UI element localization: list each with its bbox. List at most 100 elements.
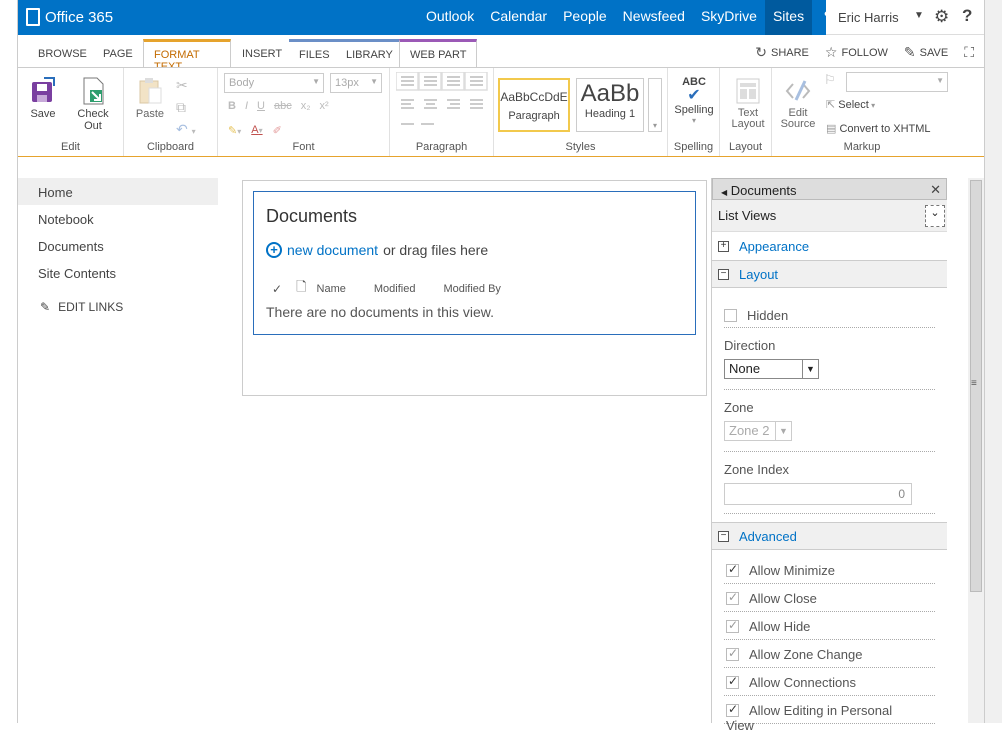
save-page-button[interactable]: ✎ SAVE xyxy=(904,44,948,61)
convert-xhtml-button[interactable]: ▤ Convert to XHTML xyxy=(826,122,931,135)
check-out-button[interactable]: Check Out xyxy=(68,76,118,132)
clear-format-icon[interactable]: ✐ xyxy=(273,124,282,137)
save-label: SAVE xyxy=(919,46,949,59)
appearance-section-header[interactable]: + Appearance xyxy=(712,232,947,260)
edit-source-button[interactable]: Edit Source xyxy=(778,76,818,130)
text-layout-icon xyxy=(733,76,763,106)
share-button[interactable]: ↻ SHARE xyxy=(755,44,809,61)
follow-button[interactable]: ☆ FOLLOW xyxy=(825,44,888,61)
help-icon[interactable]: ? xyxy=(962,6,972,26)
hidden-checkbox[interactable] xyxy=(724,309,737,322)
tab-page[interactable]: PAGE xyxy=(93,39,143,67)
subscript-button[interactable]: x₂ xyxy=(301,100,311,112)
layout-label[interactable]: Layout xyxy=(739,267,778,282)
bold-button[interactable]: B xyxy=(228,100,236,112)
user-menu-caret-icon[interactable]: ▼ xyxy=(914,10,924,21)
layout-section-header[interactable]: − Layout xyxy=(712,260,947,288)
edit-links-button[interactable]: ✎ EDIT LINKS xyxy=(18,300,218,314)
copy-icon[interactable]: ⧉ xyxy=(176,96,196,118)
paste-button[interactable]: Paste xyxy=(134,76,166,120)
user-name[interactable]: Eric Harris xyxy=(838,10,899,25)
nav-item-site-contents[interactable]: Site Contents xyxy=(18,259,218,286)
allow-connections-checkbox[interactable] xyxy=(726,674,739,689)
expand-views-icon[interactable]: ⌄ xyxy=(925,205,945,227)
italic-button[interactable]: I xyxy=(245,100,248,112)
font-size-dropdown[interactable]: 13px ▼ xyxy=(330,73,382,93)
nav-item-notebook[interactable]: Notebook xyxy=(18,205,218,232)
tab-web-part[interactable]: WEB PART xyxy=(399,39,478,67)
convert-label: Convert to XHTML xyxy=(839,123,931,135)
layout-properties: Hidden Direction None ▼ Zone Zone 2 ▼ Zo… xyxy=(712,288,947,514)
select-all-check-icon[interactable]: ✓ xyxy=(272,282,282,296)
allow-zone-change-checkbox[interactable] xyxy=(726,646,739,661)
allow-hide-checkbox[interactable] xyxy=(726,618,739,633)
column-modified[interactable]: Modified xyxy=(374,283,416,295)
tab-insert[interactable]: INSERT xyxy=(232,39,292,67)
allow-close-checkbox[interactable] xyxy=(726,590,739,605)
allow-connections-item: Allow Connections xyxy=(724,668,935,696)
spelling-button[interactable]: ABC ✔ Spelling ▾ xyxy=(672,76,716,125)
collapse-minus-icon[interactable]: − xyxy=(718,530,729,542)
zone-index-input[interactable]: 0 xyxy=(724,483,912,505)
save-button[interactable]: Save xyxy=(28,76,58,120)
layout-group-label: Layout xyxy=(728,141,763,153)
close-icon[interactable]: ✕ xyxy=(930,182,941,198)
nav-sites[interactable]: Sites xyxy=(764,0,813,35)
appearance-label[interactable]: Appearance xyxy=(739,239,809,254)
styles-more-button[interactable]: ▾ xyxy=(648,78,662,132)
settings-gear-icon[interactable]: ⚙ xyxy=(934,7,949,27)
nav-people[interactable]: People xyxy=(555,0,615,35)
text-layout-button[interactable]: Text Layout xyxy=(728,76,768,130)
underline-button[interactable]: U xyxy=(257,100,265,112)
column-name[interactable]: Name xyxy=(317,283,346,295)
expand-plus-icon[interactable]: + xyxy=(718,240,729,252)
superscript-button[interactable]: x² xyxy=(320,100,329,112)
advanced-section-header[interactable]: − Advanced xyxy=(712,522,947,550)
advanced-label[interactable]: Advanced xyxy=(739,529,797,544)
cut-icon[interactable]: ✂ xyxy=(176,74,196,96)
language-icon[interactable]: ⚐ xyxy=(824,72,836,88)
style-heading-1[interactable]: AaBb Heading 1 xyxy=(576,78,644,132)
tab-files[interactable]: FILES xyxy=(289,39,340,67)
nav-skydrive[interactable]: SkyDrive xyxy=(693,0,765,35)
nav-newsfeed[interactable]: Newsfeed xyxy=(615,0,693,35)
office365-logo[interactable]: Office 365 xyxy=(26,8,113,26)
select-button[interactable]: ⇱ Select ▾ xyxy=(826,98,875,111)
tab-browse[interactable]: BROWSE xyxy=(28,39,97,67)
zone-value: Zone 2 xyxy=(729,423,770,438)
strikethrough-button[interactable]: abc xyxy=(274,100,292,112)
markup-styles-dropdown[interactable]: ▼ xyxy=(846,72,948,92)
direction-select[interactable]: None ▼ xyxy=(724,359,819,379)
page-scrollbar[interactable]: ≡ xyxy=(968,178,984,723)
nav-item-documents[interactable]: Documents xyxy=(18,232,218,259)
ribbon-tabs: BROWSE PAGE FORMAT TEXT INSERT FILES LIB… xyxy=(18,35,984,73)
nav-item-home[interactable]: Home xyxy=(18,178,218,205)
focus-content-button[interactable]: ⛶ xyxy=(964,44,974,61)
zone-select[interactable]: Zone 2 ▼ xyxy=(724,421,792,441)
allow-minimize-checkbox[interactable] xyxy=(726,562,739,577)
nav-outlook[interactable]: Outlook xyxy=(418,0,482,35)
paragraph-buttons-icon[interactable] xyxy=(396,72,488,142)
direction-property: Direction None ▼ xyxy=(724,328,935,390)
undo-icon[interactable]: ↶ ▾ xyxy=(176,118,196,143)
web-part-title[interactable]: Documents xyxy=(266,206,357,227)
direction-value: None xyxy=(729,361,761,376)
web-part-tool-pane: ◀ Documents ✕ List Views ⌄ + Appearance … xyxy=(711,178,947,733)
group-paragraph: Paragraph xyxy=(390,68,494,156)
allow-editing-personal-checkbox[interactable] xyxy=(726,702,739,717)
font-color-icon[interactable]: A▾ xyxy=(251,124,262,137)
nav-calendar[interactable]: Calendar xyxy=(482,0,555,35)
collapse-left-icon[interactable]: ◀ xyxy=(721,188,727,197)
font-family-dropdown[interactable]: Body ▼ xyxy=(224,73,324,93)
new-document-link[interactable]: new document xyxy=(287,242,378,258)
style-paragraph[interactable]: AaBbCcDdE Paragraph xyxy=(498,78,570,132)
allow-zone-change-label: Allow Zone Change xyxy=(749,647,863,662)
collapse-minus-icon[interactable]: − xyxy=(718,268,729,280)
tab-format-text[interactable]: FORMAT TEXT xyxy=(143,39,231,73)
spelling-group-label: Spelling xyxy=(673,141,714,153)
tab-library[interactable]: LIBRARY xyxy=(336,39,403,67)
highlight-color-icon[interactable]: ✎▾ xyxy=(228,124,241,137)
add-circle-icon[interactable]: + xyxy=(266,242,282,258)
column-modified-by[interactable]: Modified By xyxy=(443,283,500,295)
documents-web-part[interactable]: Documents + new document or drag files h… xyxy=(253,191,696,335)
